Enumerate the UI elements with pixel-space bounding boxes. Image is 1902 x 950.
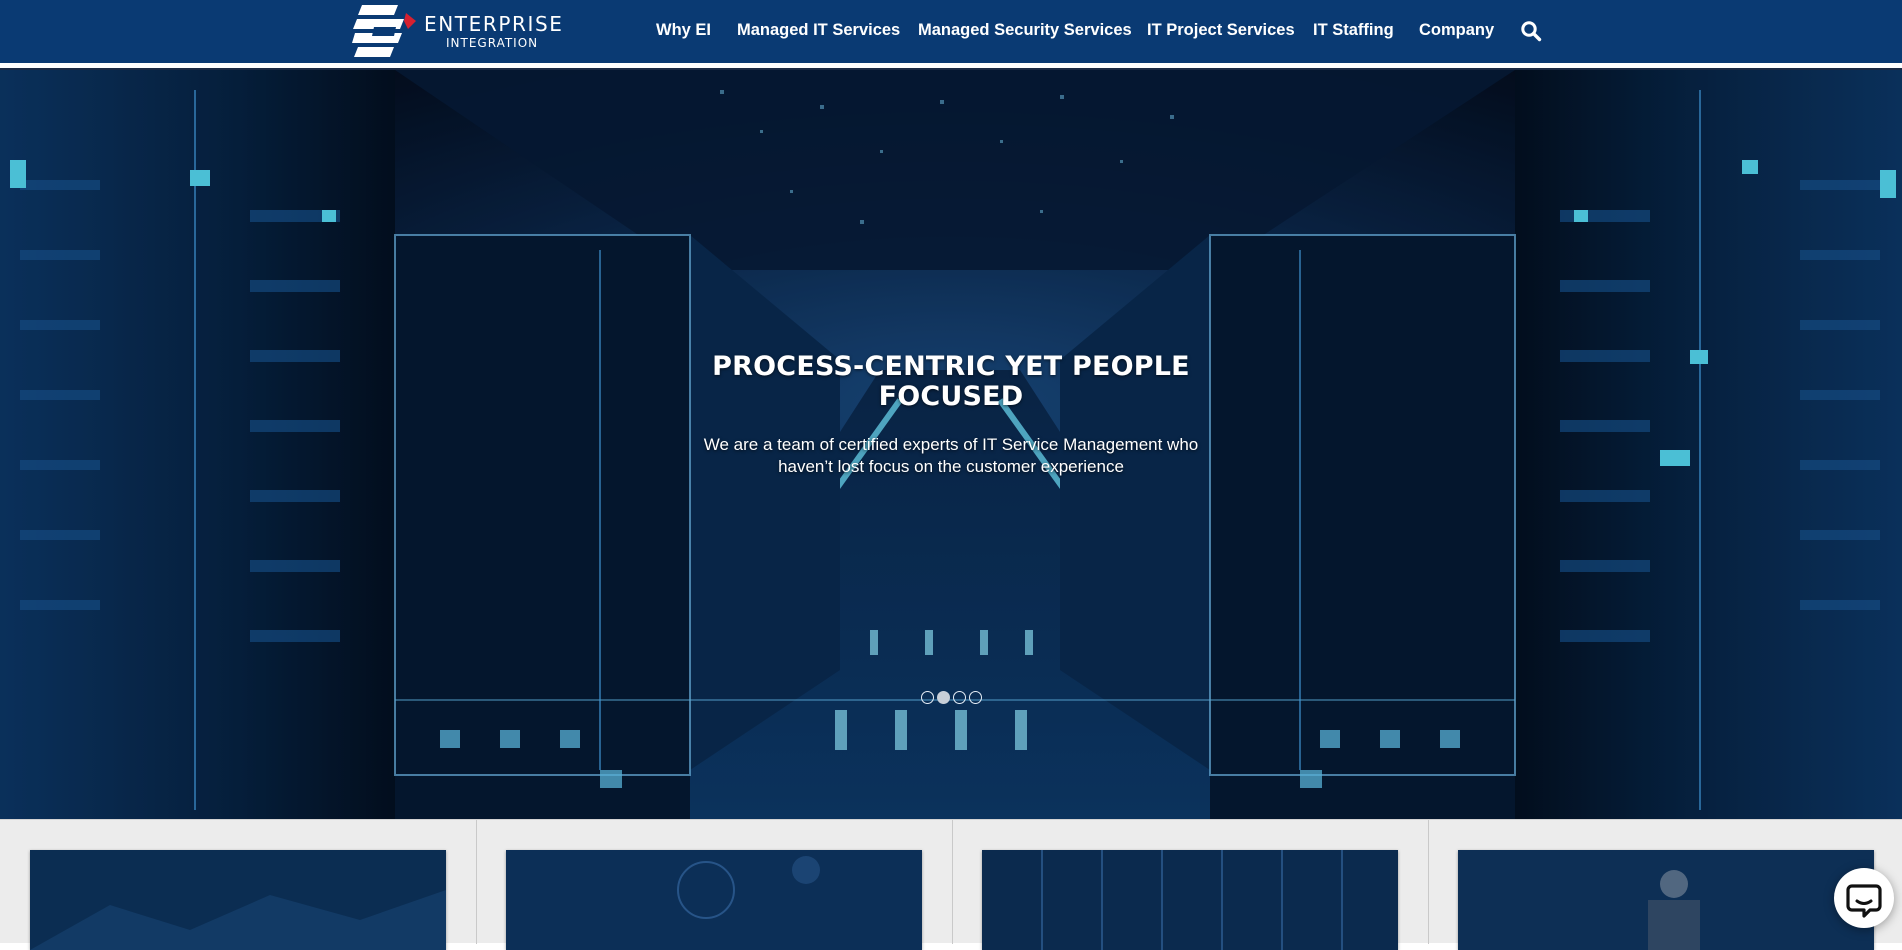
slider-dot-4[interactable] [969, 691, 982, 704]
slider-dot-3[interactable] [953, 691, 966, 704]
hero-title: PROCESS-CENTRIC YET PEOPLE FOCUSED [712, 351, 1190, 412]
site-header: ENTERPRISE INTEGRATION Why EI Managed IT… [0, 0, 1902, 63]
service-card-3[interactable] [982, 850, 1398, 950]
hero-subtitle: We are a team of certified experts of IT… [703, 435, 1199, 476]
slider-dot-1[interactable] [921, 691, 934, 704]
card-image-1 [30, 850, 446, 950]
logo-line-2: INTEGRATION [446, 35, 539, 50]
nav-item-company[interactable]: Company [1419, 21, 1494, 40]
card-image-3 [982, 850, 1398, 950]
column-divider [1428, 820, 1429, 944]
chat-button[interactable] [1834, 868, 1894, 928]
card-image-4 [1458, 850, 1874, 950]
service-card-1[interactable] [30, 850, 446, 950]
card-image-2 [506, 850, 922, 950]
service-card-4[interactable] [1458, 850, 1874, 950]
chat-bubble-icon [1846, 884, 1882, 918]
nav-item-managed-it-services[interactable]: Managed IT Services [737, 21, 900, 40]
service-card-2[interactable] [506, 850, 922, 950]
column-divider [476, 820, 477, 944]
slider-pagination [921, 691, 982, 704]
logo-wordmark: ENTERPRISE INTEGRATION [424, 14, 564, 49]
nav-item-managed-security-services[interactable]: Managed Security Services [918, 21, 1132, 40]
site-logo[interactable]: ENTERPRISE INTEGRATION [352, 3, 562, 59]
search-icon[interactable] [1520, 20, 1542, 42]
services-cards-row [0, 819, 1902, 950]
nav-item-it-project-services[interactable]: IT Project Services [1147, 21, 1295, 40]
hero-slider: PROCESS-CENTRIC YET PEOPLE FOCUSED We ar… [0, 70, 1902, 819]
column-divider [952, 820, 953, 944]
slider-dot-2[interactable] [937, 691, 950, 704]
logo-line-1: ENTERPRISE [424, 11, 564, 36]
nav-item-why-ei[interactable]: Why EI [656, 21, 711, 40]
nav-item-it-staffing[interactable]: IT Staffing [1313, 21, 1394, 40]
logo-mark-icon [352, 3, 418, 59]
